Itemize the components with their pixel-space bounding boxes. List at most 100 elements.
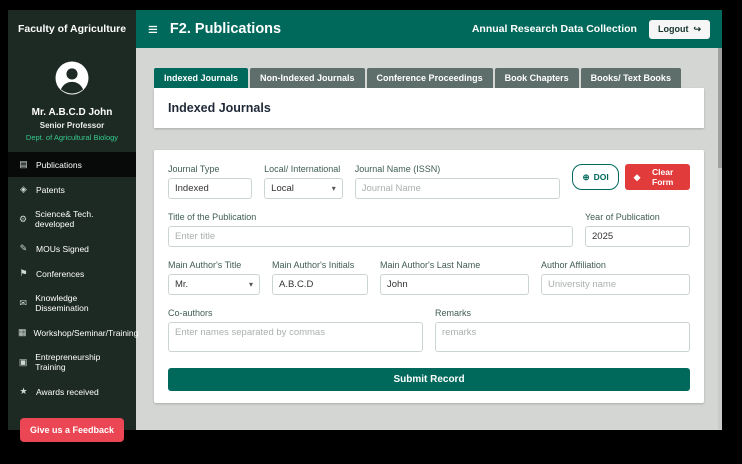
main-content: Indexed Journals Non-Indexed Journals Co… (136, 48, 722, 430)
doi-button[interactable]: ⊕ DOI (572, 164, 619, 190)
author-initials-input[interactable] (272, 274, 368, 295)
screen: Faculty of Agriculture ≡ F2. Publication… (0, 0, 742, 464)
sidebar-menu: ▤ Publications ◈ Patents ⚙ Science& Tech… (8, 152, 138, 404)
sidebar: Mr. A.B.C.D John Senior Professor Dept. … (8, 48, 138, 442)
menu-icon[interactable]: ≡ (148, 21, 158, 38)
tab-book-chapters[interactable]: Book Chapters (494, 68, 579, 88)
sidebar-item-label: Publications (36, 159, 82, 170)
author-lastname-label: Main Author's Last Name (380, 260, 481, 270)
publication-title-input[interactable] (168, 226, 573, 247)
publication-title-label: Title of the Publication (168, 212, 257, 222)
logout-label: Logout (657, 24, 689, 34)
form-row-3: Main Author's Title Mr. ▾ Main Author's … (168, 260, 690, 295)
clear-form-button[interactable]: ◆ Clear Form (624, 164, 691, 190)
affiliation-field: Author Affiliation (541, 260, 690, 295)
clear-form-label: Clear Form (652, 167, 674, 187)
publication-title-field: Title of the Publication (168, 212, 573, 247)
affiliation-label: Author Affiliation (541, 260, 606, 270)
tab-indexed-journals[interactable]: Indexed Journals (154, 68, 249, 88)
tab-books-text-books[interactable]: Books/ Text Books (580, 68, 681, 88)
sidebar-item-science-tech[interactable]: ⚙ Science& Tech. developed (8, 202, 136, 236)
locality-field: Local/ International Local ▾ (264, 164, 343, 199)
sidebar-item-entrepreneurship-training[interactable]: ▣ Entrepreneurship Training (8, 345, 136, 379)
user-dept: Dept. of Agricultural Biology (25, 133, 119, 142)
journal-type-field: Journal Type (168, 164, 253, 199)
sidebar-item-awards-received[interactable]: ★ Awards received (8, 379, 136, 404)
form-row-4: Co-authors Remarks (168, 308, 690, 352)
sidebar-item-label: MOUs Signed (36, 243, 89, 254)
coauthors-textarea[interactable] (168, 322, 423, 352)
remarks-textarea[interactable] (435, 322, 690, 352)
app-body: Mr. A.B.C.D John Senior Professor Dept. … (8, 48, 722, 442)
year-field: Year of Publication (585, 212, 690, 247)
locality-select[interactable]: Local ▾ (264, 178, 343, 199)
feedback-button[interactable]: Give us a Feedback (20, 418, 124, 442)
author-initials-field: Main Author's Initials (272, 260, 368, 295)
remarks-field: Remarks (435, 308, 690, 352)
publications-icon: ▤ (19, 159, 28, 169)
sidebar-item-knowledge-dissemination[interactable]: ✉ Knowledge Dissemination (8, 286, 136, 320)
header-subtitle: Annual Research Data Collection (471, 23, 637, 35)
affiliation-input[interactable] (541, 274, 690, 295)
eraser-icon: ◆ (633, 171, 641, 182)
scrollbar[interactable] (718, 48, 722, 430)
avatar (55, 61, 89, 95)
sidebar-item-label: Knowledge Dissemination (35, 293, 89, 313)
tab-conference-proceedings[interactable]: Conference Proceedings (366, 68, 493, 88)
sidebar-item-conferences[interactable]: ⚑ Conferences (8, 261, 136, 286)
user-profile: Mr. A.B.C.D John Senior Professor Dept. … (8, 48, 136, 152)
workshop-icon: ▦ (18, 327, 27, 337)
remarks-label: Remarks (435, 308, 472, 318)
header-bar: ≡ F2. Publications Annual Research Data … (136, 10, 722, 48)
publication-form: Journal Type Local/ International Local … (154, 150, 704, 403)
author-lastname-field: Main Author's Last Name (380, 260, 529, 295)
globe-icon: ⊕ (582, 171, 590, 182)
app-window: Faculty of Agriculture ≡ F2. Publication… (8, 10, 722, 442)
sidebar-item-label: Awards received (36, 386, 99, 397)
sidebar-item-label: Entrepreneurship Training (35, 352, 101, 372)
tab-non-indexed-journals[interactable]: Non-Indexed Journals (250, 68, 365, 88)
form-row-2: Title of the Publication Year of Publica… (168, 212, 690, 247)
author-title-field: Main Author's Title Mr. ▾ (168, 260, 260, 295)
coauthors-field: Co-authors (168, 308, 423, 352)
journal-type-label: Journal Type (168, 164, 220, 174)
journal-name-label: Journal Name (ISSN) (354, 164, 441, 174)
author-lastname-input[interactable] (380, 274, 529, 295)
sidebar-item-workshop-seminar-training[interactable]: ▦ Workshop/Seminar/Training (8, 320, 138, 345)
sidebar-item-patents[interactable]: ◈ Patents (8, 177, 136, 202)
year-input[interactable] (585, 226, 690, 247)
journal-type-input[interactable] (168, 178, 253, 199)
locality-label: Local/ International (264, 164, 341, 174)
logout-button[interactable]: Logout ↪ (648, 19, 710, 39)
chevron-down-icon: ▾ (331, 184, 336, 193)
user-role: Senior Professor (39, 121, 105, 130)
sidebar-item-label: Science& Tech. developed (35, 209, 94, 229)
section-title: Indexed Journals (168, 101, 271, 115)
mous-icon: ✎ (19, 243, 28, 253)
brand-title: Faculty of Agriculture (8, 10, 136, 48)
conferences-icon: ⚑ (19, 268, 28, 278)
knowledge-dissemination-icon: ✉ (19, 297, 27, 308)
patents-icon: ◈ (20, 184, 27, 194)
author-initials-label: Main Author's Initials (272, 260, 355, 270)
user-name: Mr. A.B.C.D John (31, 107, 113, 118)
author-title-selected-value: Mr. (175, 279, 189, 290)
science-tech-icon: ⚙ (18, 213, 28, 224)
page-title: F2. Publications (169, 21, 282, 37)
locality-selected-value: Local (271, 183, 294, 194)
sidebar-item-label: Conferences (36, 268, 85, 279)
doi-label: DOI (593, 172, 609, 182)
sidebar-item-mous[interactable]: ✎ MOUs Signed (8, 236, 136, 261)
sidebar-item-label: Patents (36, 184, 65, 195)
top-header: Faculty of Agriculture ≡ F2. Publication… (8, 10, 722, 48)
entrepreneurship-icon: ▣ (18, 356, 28, 367)
author-title-label: Main Author's Title (168, 260, 242, 270)
journal-name-input[interactable] (354, 178, 561, 199)
submit-record-button[interactable]: Submit Record (168, 368, 690, 391)
section-header-panel: Indexed Journals (154, 88, 704, 128)
form-row-1: Journal Type Local/ International Local … (168, 164, 691, 199)
scrollbar-thumb[interactable] (718, 48, 722, 168)
year-label: Year of Publication (585, 212, 660, 222)
sidebar-item-publications[interactable]: ▤ Publications (8, 152, 136, 177)
author-title-select[interactable]: Mr. ▾ (168, 274, 260, 295)
